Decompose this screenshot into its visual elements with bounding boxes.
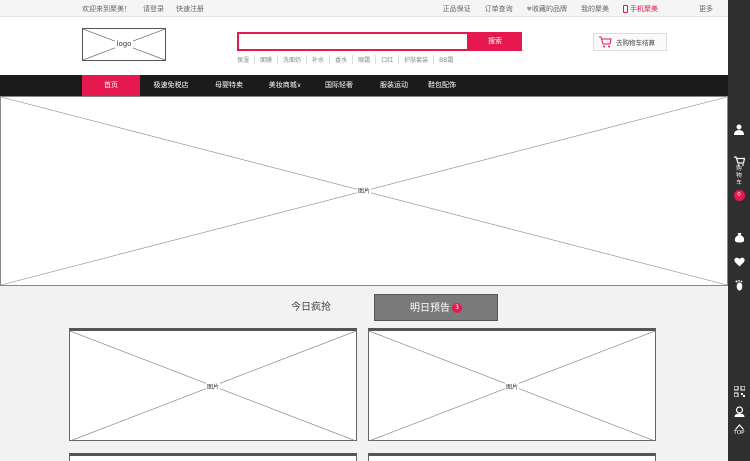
card-label: 图片 (206, 382, 221, 391)
customer-service-button[interactable] (728, 406, 750, 417)
nav-item-home[interactable]: 首页 (82, 75, 140, 96)
nav-item-beauty-mall[interactable]: 美妆商城∨ (259, 75, 311, 96)
mobile-jumei-link[interactable]: 手机聚美 (623, 4, 658, 14)
search-input[interactable] (237, 32, 469, 51)
my-jumei-link[interactable]: 我的聚美 (581, 4, 609, 14)
right-sidebar: 购 物 车 0 TOP (728, 0, 750, 461)
product-card[interactable]: 图片 (69, 328, 357, 441)
nav-item-mother-baby[interactable]: 母婴特卖 (203, 75, 255, 96)
count-badge: 3 (452, 303, 462, 313)
phone-icon (623, 5, 628, 13)
banner-label: 图片 (357, 186, 372, 195)
money-bag-icon (734, 233, 744, 243)
nav-item-duty-free[interactable]: 极速免税店 (143, 75, 199, 96)
tab-tomorrow[interactable]: 明日预告 3 (374, 294, 498, 321)
cart-label: 去购物车结算 (616, 39, 655, 47)
shopping-cart-icon (594, 34, 616, 50)
sidebar-cart-button[interactable]: 购 物 车 0 (728, 156, 750, 201)
hot-words: 保湿 面膜 洗面奶 补水 香水 眼霜 口红 护肤套装 BB霜 (237, 55, 458, 64)
nav-item-bags[interactable]: 鞋包配饰 (416, 75, 468, 96)
assets-button[interactable] (728, 232, 750, 243)
main-nav: 首页 极速免税店 母婴特卖 美妆商城∨ 国际轻奢 服装运动 鞋包配饰 (0, 75, 728, 96)
logo[interactable]: logo (82, 28, 166, 61)
header: logo 搜索 保湿 面膜 洗面奶 补水 香水 眼霜 口红 护肤套装 BB霜 去… (0, 17, 728, 75)
card-label: 图片 (505, 382, 520, 391)
nav-item-luxury[interactable]: 国际轻奢 (313, 75, 365, 96)
hot-word[interactable]: 保湿 (237, 55, 254, 64)
banner-image[interactable]: 图片 (0, 96, 728, 286)
back-to-top-button[interactable]: TOP (728, 424, 750, 437)
welcome-text: 欢迎来到聚美！ (82, 5, 131, 13)
qr-code-button[interactable] (728, 386, 750, 397)
product-card[interactable] (368, 453, 656, 461)
hot-word[interactable]: 护肤套装 (398, 55, 433, 64)
hot-word[interactable]: BB霜 (433, 55, 458, 64)
order-query-link[interactable]: 订单查询 (485, 4, 513, 14)
customer-service-icon (734, 406, 744, 417)
user-icon (734, 124, 744, 135)
login-link[interactable]: 请登录 (143, 4, 164, 14)
tab-today[interactable]: 今日疯抢 (268, 294, 354, 321)
search-button[interactable]: 搜索 (468, 32, 522, 51)
hot-word[interactable]: 眼霜 (352, 55, 375, 64)
product-card[interactable]: 图片 (368, 328, 656, 441)
flash-sale-tabs: 今日疯抢 明日预告 3 (0, 286, 728, 328)
hot-word[interactable]: 洗面奶 (277, 55, 306, 64)
search-box: 搜索 (237, 32, 522, 51)
user-button[interactable] (728, 124, 750, 135)
chevron-down-icon: ∨ (296, 82, 302, 89)
hot-word[interactable]: 补水 (306, 55, 329, 64)
favorite-brands-link[interactable]: ♥收藏的品牌 (527, 4, 567, 14)
nav-item-apparel[interactable]: 服装运动 (368, 75, 420, 96)
hot-word[interactable]: 面膜 (254, 55, 277, 64)
cart-button[interactable]: 去购物车结算 (593, 33, 667, 51)
qr-code-icon (733, 386, 745, 397)
product-card[interactable] (69, 453, 357, 461)
top-bar: 欢迎来到聚美！ 请登录 快速注册 正品保证 订单查询 ♥收藏的品牌 我的聚美 手… (0, 0, 728, 17)
footprint-icon (735, 280, 742, 291)
footprint-button[interactable] (728, 280, 750, 291)
more-link[interactable]: 更多 (699, 4, 713, 14)
heart-icon (733, 257, 745, 267)
logo-text: logo (114, 40, 134, 48)
shopping-cart-icon (733, 156, 745, 166)
register-link[interactable]: 快速注册 (176, 4, 204, 14)
genuine-guarantee-link[interactable]: 正品保证 (443, 4, 471, 14)
cart-count-badge: 0 (733, 190, 745, 201)
hot-word[interactable]: 香水 (329, 55, 352, 64)
favorites-button[interactable] (728, 257, 750, 267)
hot-word[interactable]: 口红 (375, 55, 398, 64)
